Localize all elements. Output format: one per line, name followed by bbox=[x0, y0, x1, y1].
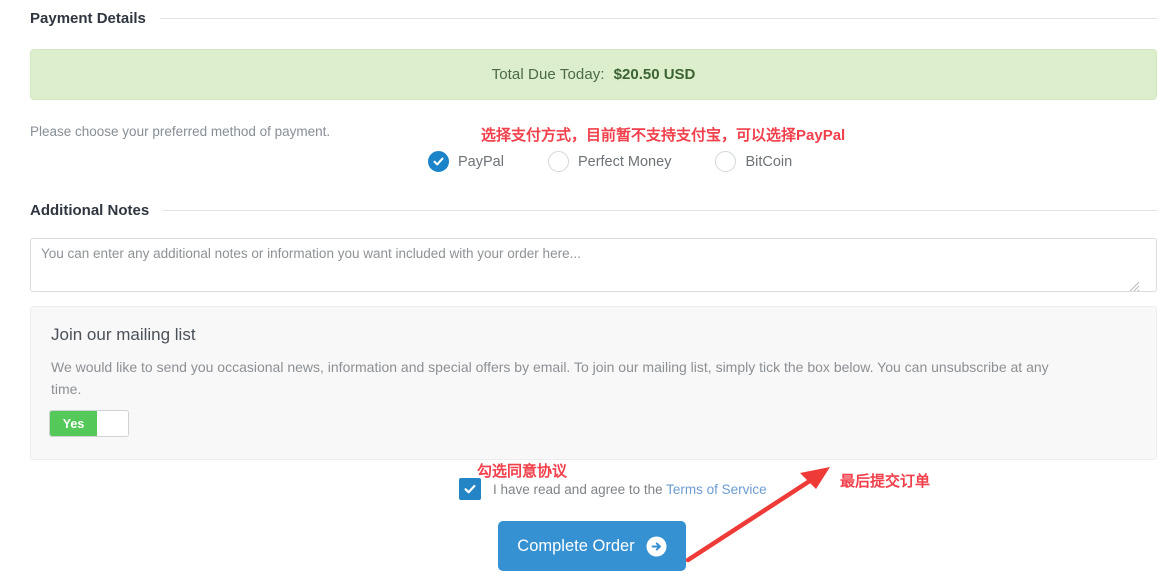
additional-notes-input[interactable] bbox=[30, 238, 1157, 292]
annotation-submit-order: 最后提交订单 bbox=[840, 473, 931, 490]
radio-option-perfect-money[interactable]: Perfect Money bbox=[547, 151, 672, 172]
radio-option-paypal[interactable]: PayPal bbox=[428, 151, 504, 172]
complete-order-button[interactable]: Complete Order bbox=[498, 521, 686, 571]
additional-notes-header: Additional Notes bbox=[30, 202, 1157, 219]
total-due-alert: Total Due Today: $20.50 USD bbox=[30, 49, 1157, 100]
terms-agreement-row: I have read and agree to the Terms of Se… bbox=[459, 478, 767, 500]
terms-text: I have read and agree to the bbox=[493, 481, 663, 497]
header-divider bbox=[163, 210, 1157, 211]
terms-of-service-link[interactable]: Terms of Service bbox=[666, 482, 767, 497]
page-title: Payment Details bbox=[30, 10, 146, 27]
payment-method-group: PayPal Perfect Money BitCoin bbox=[428, 151, 792, 172]
radio-label-bitcoin: BitCoin bbox=[745, 153, 793, 170]
mailing-list-toggle[interactable]: Yes bbox=[49, 410, 129, 437]
radio-label-perfect-money: Perfect Money bbox=[577, 153, 672, 170]
payment-details-header: Payment Details bbox=[30, 10, 1157, 27]
header-divider bbox=[159, 18, 1157, 19]
checkout-page: Payment Details Total Due Today: $20.50 … bbox=[0, 0, 1173, 586]
radio-option-bitcoin[interactable]: BitCoin bbox=[715, 151, 792, 172]
toggle-track bbox=[97, 411, 128, 436]
radio-label-paypal: PayPal bbox=[458, 153, 504, 170]
radio-circle-icon bbox=[715, 151, 737, 172]
payment-method-prompt: Please choose your preferred method of p… bbox=[30, 124, 331, 139]
additional-notes-title: Additional Notes bbox=[30, 202, 150, 219]
arrow-right-circle-icon bbox=[646, 536, 667, 557]
check-circle-icon bbox=[428, 151, 449, 172]
annotation-payment-method: 选择支付方式，目前暂不支持支付宝，可以选择PayPal bbox=[481, 127, 846, 144]
annotation-arrow-icon bbox=[685, 467, 830, 563]
total-due-label: Total Due Today: bbox=[491, 66, 605, 83]
total-due-amount: $20.50 USD bbox=[613, 66, 696, 83]
complete-order-label: Complete Order bbox=[517, 536, 635, 555]
radio-circle-icon bbox=[547, 151, 569, 172]
terms-label: I have read and agree to the Terms of Se… bbox=[493, 482, 767, 497]
mailing-list-title: Join our mailing list bbox=[51, 325, 196, 344]
toggle-knob-label: Yes bbox=[50, 411, 97, 436]
mailing-list-panel: Join our mailing list We would like to s… bbox=[30, 306, 1157, 460]
mailing-list-description: We would like to send you occasional new… bbox=[51, 359, 1049, 397]
terms-checkbox[interactable] bbox=[459, 478, 481, 500]
